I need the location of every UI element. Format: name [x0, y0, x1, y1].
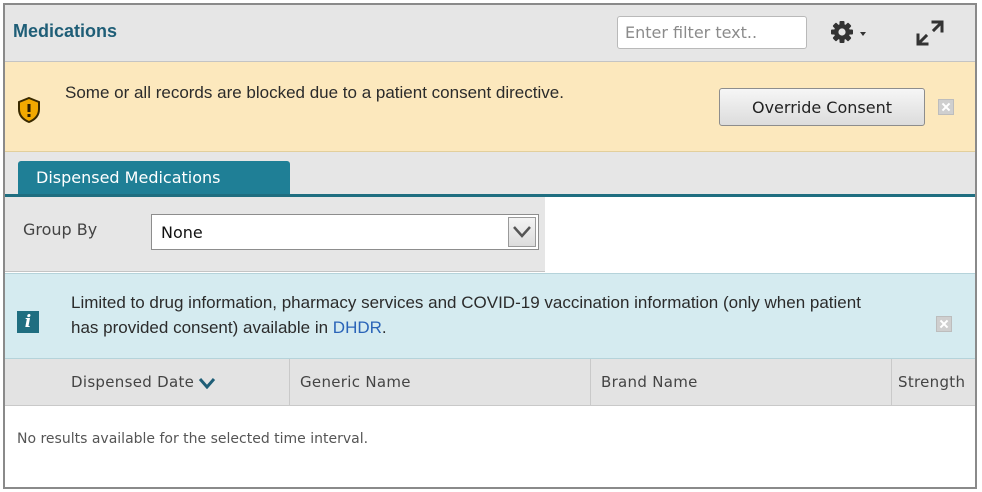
info-message-text: Limited to drug information, pharmacy se… [71, 293, 861, 337]
consent-close-icon[interactable] [938, 99, 954, 115]
empty-state-message: No results available for the selected ti… [17, 431, 369, 447]
sort-descending-icon [199, 377, 216, 389]
column-strength[interactable]: Strength [892, 359, 975, 406]
dropdown-button[interactable] [508, 217, 536, 247]
group-by-bar: Group By None [5, 197, 545, 272]
info-banner: i Limited to drug information, pharmacy … [5, 273, 975, 359]
consent-banner: Some or all records are blocked due to a… [5, 62, 975, 152]
tab-dispensed-medications[interactable]: Dispensed Medications [18, 161, 290, 194]
column-brand-name[interactable]: Brand Name [591, 359, 891, 406]
shield-warning-icon [18, 97, 40, 123]
gear-icon [831, 21, 866, 43]
info-message-trailing: . [381, 318, 387, 337]
chevron-down-icon [513, 226, 531, 238]
group-by-value: None [161, 223, 203, 242]
column-generic-name[interactable]: Generic Name [290, 359, 590, 406]
expand-icon [916, 20, 944, 46]
group-by-label: Group By [23, 220, 98, 239]
dhdr-link[interactable]: DHDR [333, 318, 382, 337]
column-label: Dispensed Date [71, 373, 195, 391]
chevron-down-icon [860, 32, 866, 36]
tab-bar: Dispensed Medications [5, 152, 975, 197]
filter-input[interactable] [617, 16, 807, 49]
info-message: Limited to drug information, pharmacy se… [71, 290, 891, 340]
info-close-icon[interactable] [936, 316, 952, 332]
column-dispensed-date[interactable]: Dispensed Date [61, 359, 289, 406]
consent-message: Some or all records are blocked due to a… [65, 83, 564, 102]
panel-header: Medications [5, 5, 975, 62]
panel-title: Medications [13, 21, 118, 41]
table-header: Dispensed Date Generic Name Brand Name S… [5, 359, 975, 406]
settings-menu-button[interactable] [831, 19, 871, 45]
medications-panel: Medications Enter filter text.. Some or … [3, 3, 977, 489]
info-icon: i [17, 311, 39, 333]
override-consent-button[interactable]: Override Consent [719, 88, 925, 126]
group-by-select[interactable]: None [151, 214, 539, 250]
expand-button[interactable] [913, 17, 947, 49]
